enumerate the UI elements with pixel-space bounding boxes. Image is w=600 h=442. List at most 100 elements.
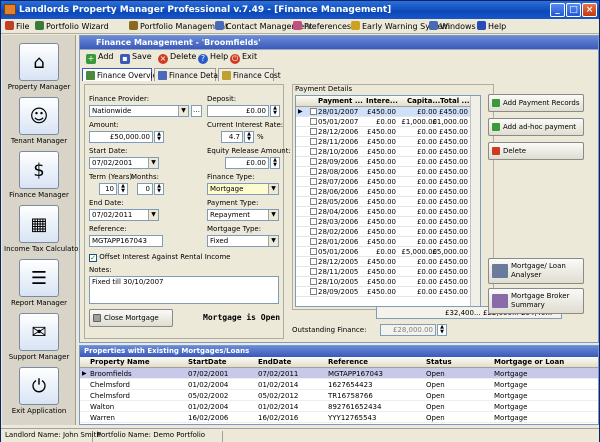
mortgage-broker-summary-button[interactable]: Mortgage Broker Summary xyxy=(488,288,584,314)
payment-row-checkbox[interactable] xyxy=(310,238,317,245)
notes-textarea[interactable]: Fixed till 30/10/2007 xyxy=(89,276,279,304)
payment-row[interactable]: 28/09/2006 £450.00 £0.00 £450.00 xyxy=(296,157,480,167)
payment-row[interactable]: 28/08/2006 £450.00 £0.00 £450.00 xyxy=(296,167,480,177)
equity-spinner[interactable]: ▲ ▼ xyxy=(270,157,280,169)
column-header[interactable]: Capita... xyxy=(407,97,440,105)
end-date-picker[interactable]: 07/02/2011 ▼ xyxy=(89,209,159,221)
rate-spinner[interactable]: ▲ ▼ xyxy=(244,131,254,143)
payment-row-checkbox[interactable] xyxy=(310,268,317,275)
delete-payment-button[interactable]: Delete xyxy=(488,142,584,160)
exit-button[interactable]: ⏻ Exit xyxy=(230,52,257,66)
delete-button[interactable]: × Delete xyxy=(158,52,196,66)
amount-spinner[interactable]: ▲ ▼ xyxy=(154,131,164,143)
payment-row-checkbox[interactable] xyxy=(310,138,317,145)
payment-row[interactable]: ▶ 28/01/2007 £450.00 £0.00 £450.00 xyxy=(296,107,480,117)
sidebar-item-report-manager[interactable]: ☰ Report Manager xyxy=(4,259,74,317)
payment-grid[interactable]: Payment ... Intere... Capita... Total ... ▶… xyxy=(295,95,481,307)
payment-row[interactable]: 28/12/2006 £450.00 £0.00 £450.00 xyxy=(296,127,480,137)
payment-row-checkbox[interactable] xyxy=(310,118,317,125)
properties-grid[interactable]: ▶ Broomfields 07/02/2001 07/02/2011 MGTAPP16… xyxy=(80,368,598,423)
payment-row[interactable]: 28/07/2006 £450.00 £0.00 £450.00 xyxy=(296,177,480,187)
column-header[interactable]: EndDate xyxy=(258,358,291,366)
maximize-button[interactable]: □ xyxy=(566,3,581,17)
term-months-field[interactable]: 0 xyxy=(137,183,153,195)
close-button[interactable]: × xyxy=(582,3,597,17)
payment-row-checkbox[interactable] xyxy=(310,208,317,215)
property-row[interactable]: Chelmsford 05/02/2002 05/02/2012 TR16758766… xyxy=(80,390,598,401)
payment-row[interactable]: 28/02/2006 £450.00 £0.00 £450.00 xyxy=(296,227,480,237)
provider-lookup-button[interactable]: … xyxy=(191,105,202,117)
menu-preferences[interactable]: Preferences xyxy=(293,21,351,32)
payment-row-checkbox[interactable] xyxy=(310,248,317,255)
deposit-field[interactable]: £0.00 xyxy=(207,105,269,117)
property-row[interactable]: Chelmsford 01/02/2004 01/02/2014 1627654423… xyxy=(80,379,598,390)
reference-field[interactable]: MGTAPP167043 xyxy=(89,235,163,247)
sidebar-item-support-manager[interactable]: ✉ Support Manager xyxy=(4,313,74,371)
sidebar-item-income-tax-calculator[interactable]: ▦ Income Tax Calculator xyxy=(4,205,81,263)
amount-field[interactable]: £50,000.00 xyxy=(89,131,153,143)
column-header[interactable]: Intere... xyxy=(366,97,398,105)
deposit-spinner[interactable]: ▲ ▼ xyxy=(270,105,280,117)
payment-row-checkbox[interactable] xyxy=(310,198,317,205)
payment-type-select[interactable]: Repayment ▼ xyxy=(207,209,279,221)
add-payment-records-button[interactable]: Add Payment Records xyxy=(488,94,584,112)
payment-row[interactable]: 28/10/2005 £450.00 £0.00 £450.00 xyxy=(296,277,480,287)
finance-type-select[interactable]: Mortgage ▼ xyxy=(207,183,279,195)
payment-row[interactable]: 28/05/2006 £450.00 £0.00 £450.00 xyxy=(296,197,480,207)
payment-row-checkbox[interactable] xyxy=(310,158,317,165)
help-button[interactable]: ? Help xyxy=(198,52,228,66)
tab-finance-details[interactable]: Finance Details xyxy=(154,68,226,81)
payment-row-checkbox[interactable] xyxy=(310,178,317,185)
payment-row[interactable]: 28/04/2006 £450.00 £0.00 £450.00 xyxy=(296,207,480,217)
menu-file[interactable]: File xyxy=(5,21,29,32)
payment-grid-scrollbar[interactable] xyxy=(470,96,480,306)
column-header[interactable]: Payment ... xyxy=(318,97,363,105)
payment-row[interactable]: 28/11/2005 £450.00 £0.00 £450.00 xyxy=(296,267,480,277)
payment-row[interactable]: 28/01/2006 £450.00 £0.00 £450.00 xyxy=(296,237,480,247)
term-months-spinner[interactable]: ▲ ▼ xyxy=(154,183,164,195)
sidebar-item-finance-manager[interactable]: $ Finance Manager xyxy=(4,151,74,209)
property-row[interactable]: ▶ Broomfields 07/02/2001 07/02/2011 MGTAPP16… xyxy=(80,368,598,379)
column-header[interactable]: Mortgage or Loan xyxy=(494,358,564,366)
payment-row-checkbox[interactable] xyxy=(310,128,317,135)
payment-row-checkbox[interactable] xyxy=(310,228,317,235)
column-header[interactable]: StartDate xyxy=(188,358,227,366)
column-header[interactable]: Reference xyxy=(328,358,368,366)
minimize-button[interactable]: _ xyxy=(550,3,565,17)
payment-row-checkbox[interactable] xyxy=(310,188,317,195)
payment-row-checkbox[interactable] xyxy=(310,288,317,295)
menu-help[interactable]: Help xyxy=(477,21,506,32)
menu-portfolio-wizard[interactable]: Portfolio Wizard xyxy=(35,21,109,32)
add-button[interactable]: + Add xyxy=(86,52,114,66)
payment-row-checkbox[interactable] xyxy=(310,218,317,225)
payment-row[interactable]: 28/11/2006 £450.00 £0.00 £450.00 xyxy=(296,137,480,147)
payment-row-checkbox[interactable] xyxy=(310,108,317,115)
term-years-field[interactable]: 10 xyxy=(99,183,117,195)
payment-row-checkbox[interactable] xyxy=(310,168,317,175)
add-adhoc-payment-button[interactable]: Add ad-hoc payment xyxy=(488,118,584,136)
payment-row[interactable]: 05/01/2007 £0.00 £1,000.00 £1,000.00 xyxy=(296,117,480,127)
property-row[interactable]: Warren 16/02/2006 16/02/2016 YYY12765543 Ope… xyxy=(80,412,598,423)
mortgage-type-select[interactable]: Fixed ▼ xyxy=(207,235,279,247)
outstanding-spinner[interactable]: ▲ ▼ xyxy=(437,324,447,336)
close-mortgage-button[interactable]: Close Mortgage xyxy=(89,309,173,327)
sidebar-item-property-manager[interactable]: ⌂ Property Manager xyxy=(4,43,74,101)
column-header[interactable]: Property Name xyxy=(90,358,150,366)
payment-row[interactable]: 28/03/2006 £450.00 £0.00 £450.00 xyxy=(296,217,480,227)
term-years-spinner[interactable]: ▲ ▼ xyxy=(118,183,128,195)
sidebar-item-exit-application[interactable]: ⏻ Exit Application xyxy=(4,367,74,425)
tab-finance-cost[interactable]: Finance Cost xyxy=(218,68,281,81)
menu-windows[interactable]: Windows xyxy=(429,21,476,32)
rate-field[interactable]: 4.7 xyxy=(221,131,243,143)
tab-finance-overview[interactable]: Finance Overview xyxy=(82,68,163,81)
payment-row-checkbox[interactable] xyxy=(310,278,317,285)
save-button[interactable]: ▪ Save xyxy=(120,52,152,66)
column-header[interactable]: Total ... xyxy=(440,97,470,105)
payment-row-checkbox[interactable] xyxy=(310,148,317,155)
equity-field[interactable]: £0.00 xyxy=(225,157,269,169)
payment-row[interactable]: 28/10/2006 £450.00 £0.00 £450.00 xyxy=(296,147,480,157)
payment-row[interactable]: 28/06/2006 £450.00 £0.00 £450.00 xyxy=(296,187,480,197)
payment-row[interactable]: 28/12/2005 £450.00 £0.00 £450.00 xyxy=(296,257,480,267)
start-date-picker[interactable]: 07/02/2001 ▼ xyxy=(89,157,159,169)
column-header[interactable]: Status xyxy=(426,358,452,366)
